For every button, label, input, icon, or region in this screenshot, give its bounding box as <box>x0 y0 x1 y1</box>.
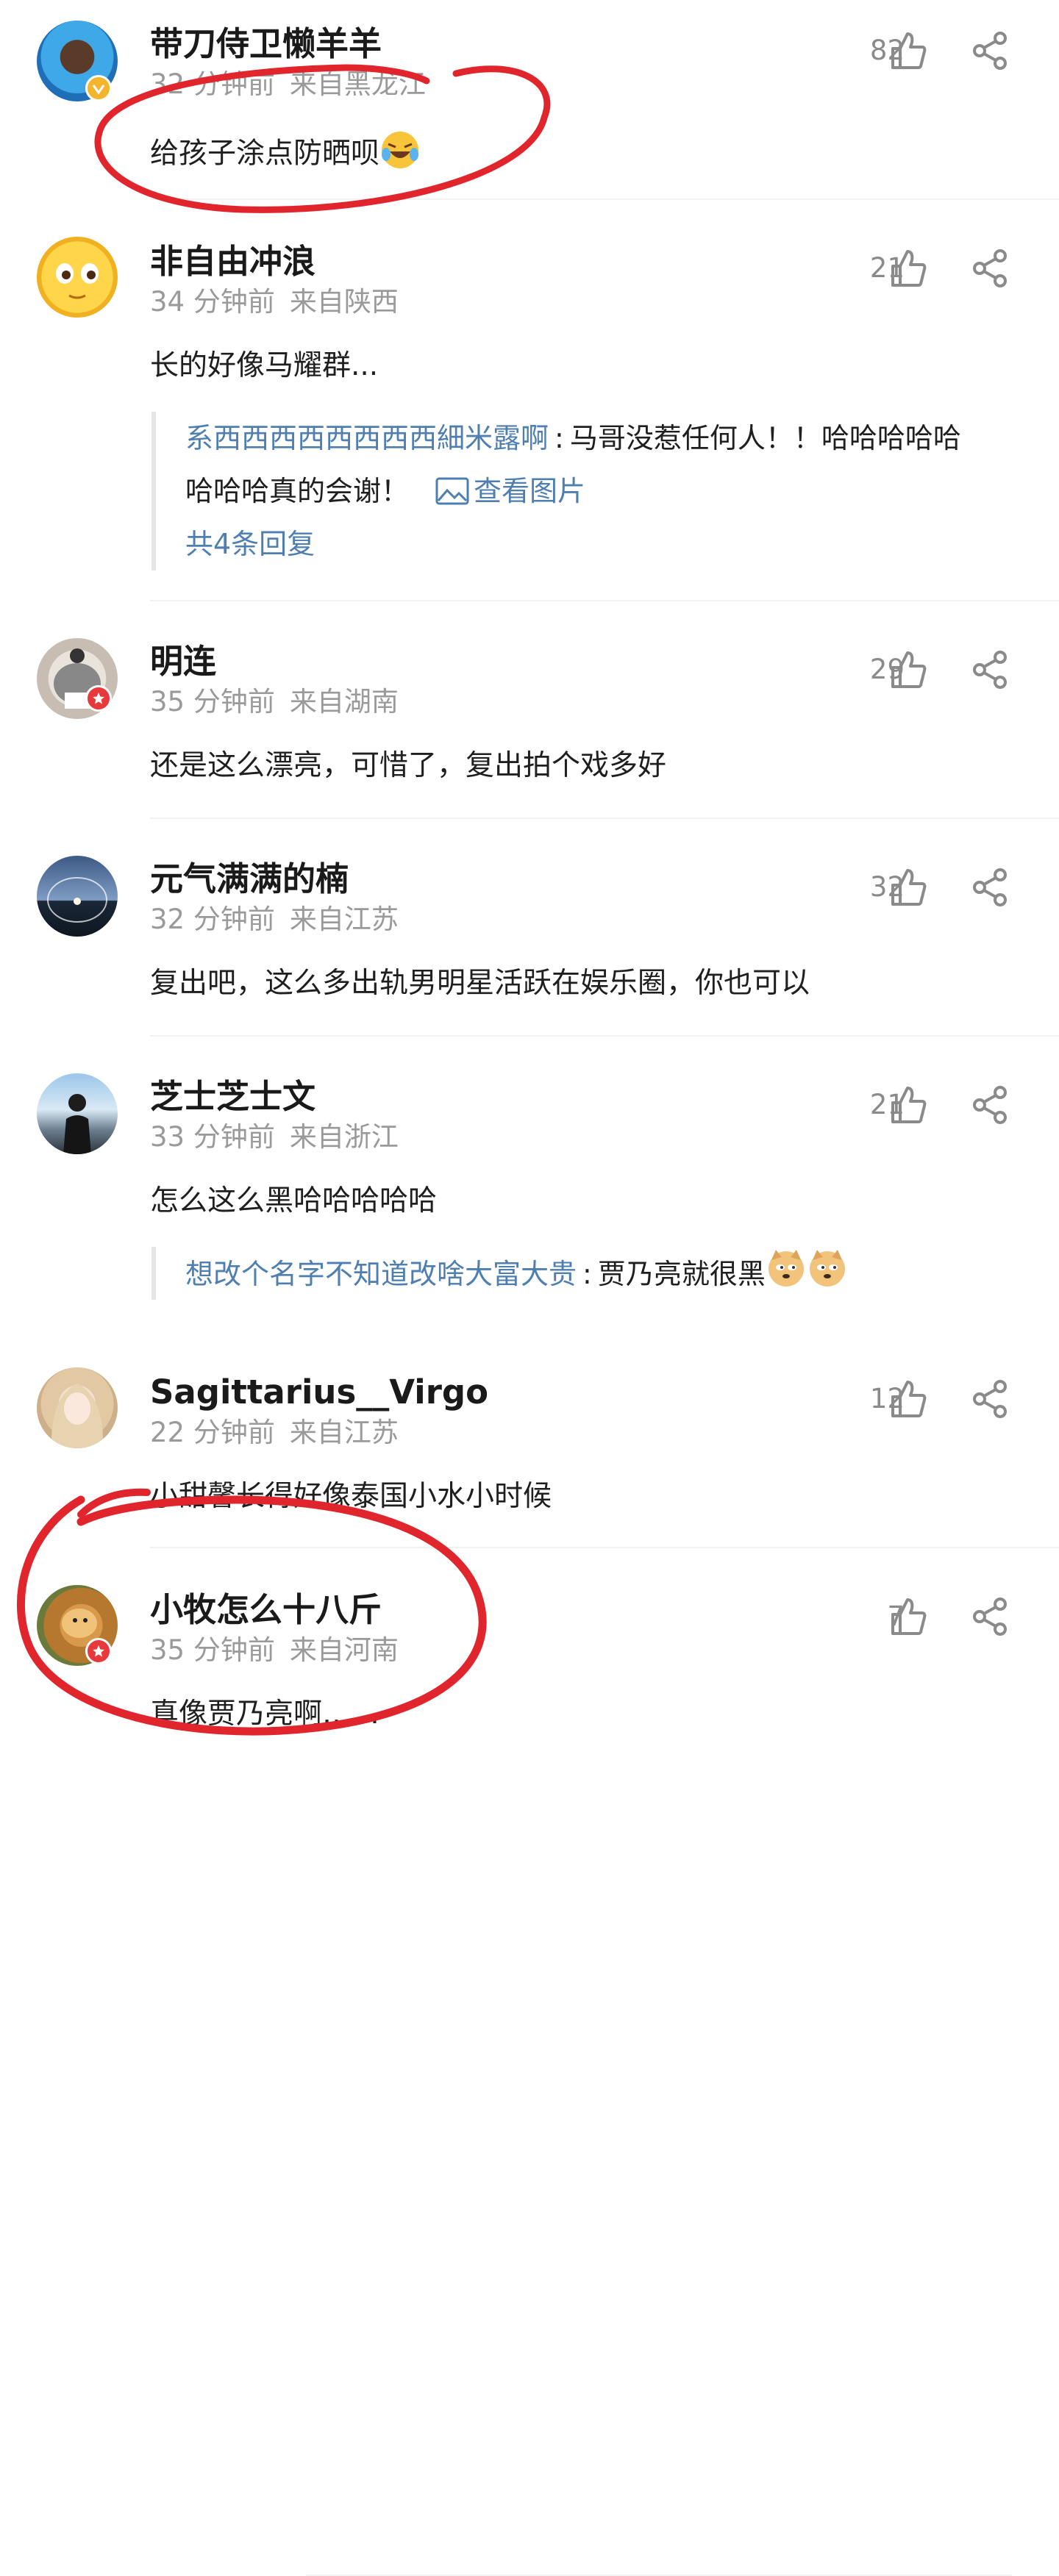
comment-meta: 22 分钟前 来自江苏 <box>150 1416 399 1450</box>
comment-location: 来自江苏 <box>289 904 399 935</box>
thumbs-up-icon[interactable] <box>890 31 927 71</box>
thumbs-up-icon[interactable] <box>890 1597 927 1636</box>
doge-emoji-icon <box>766 1247 807 1305</box>
reply-text: 贾乃亮就很黑 <box>597 1258 766 1290</box>
verified-badge-icon <box>85 75 112 101</box>
thumbs-up-icon[interactable] <box>890 1379 927 1419</box>
comment-location: 来自河南 <box>289 1634 399 1666</box>
username[interactable]: 芝士芝士文 <box>150 1076 315 1117</box>
share-icon[interactable] <box>969 1085 1010 1125</box>
comment-time: 34 分钟前 <box>150 286 275 318</box>
reply-line: 想改个名字不知道改啥大富大贵: 贾乃亮就很黑 <box>185 1247 1012 1305</box>
comment-location: 来自黑龙江 <box>289 68 426 100</box>
view-image-link[interactable]: 查看图片 <box>435 475 585 507</box>
comment-meta: 35 分钟前 来自湖南 <box>150 685 399 719</box>
image-icon <box>435 477 469 505</box>
comment-time: 33 分钟前 <box>150 1121 275 1153</box>
share-icon[interactable] <box>969 1597 1010 1636</box>
thumbs-up-icon[interactable] <box>890 867 927 907</box>
share-icon[interactable] <box>969 1379 1010 1419</box>
username[interactable]: 元气满满的楠 <box>150 859 349 900</box>
share-icon[interactable] <box>969 867 1010 907</box>
comment-meta: 33 分钟前 来自浙江 <box>150 1120 399 1154</box>
comment-time: 32 分钟前 <box>150 68 275 100</box>
comment-meta: 35 分钟前 来自河南 <box>150 1634 399 1667</box>
divider <box>150 600 1059 601</box>
comment-text: 给孩子涂点防晒呗 <box>150 129 421 181</box>
comment-text: 长的好像马耀群... <box>150 349 379 382</box>
username[interactable]: 小牧怎么十八斤 <box>150 1589 382 1631</box>
reply-preview[interactable]: 想改个名字不知道改啥大富大贵: 贾乃亮就很黑 <box>151 1247 1012 2576</box>
username[interactable]: 明连 <box>150 641 216 682</box>
comment-location: 来自陕西 <box>289 286 399 318</box>
more-replies-link[interactable]: 共4条回复 <box>185 518 1012 570</box>
comment-location: 来自浙江 <box>289 1121 399 1153</box>
comment-time: 35 分钟前 <box>150 1634 275 1666</box>
comment-time: 35 分钟前 <box>150 686 275 718</box>
share-icon[interactable] <box>969 248 1010 288</box>
share-icon[interactable] <box>969 650 1010 690</box>
reply-username[interactable]: 系西西西西西西西西細米露啊 <box>185 422 549 454</box>
comment-text: 复出吧，这么多出轨男明星活跃在娱乐圈，你也可以 <box>150 967 810 1000</box>
username[interactable]: 带刀侍卫懒羊羊 <box>150 24 382 65</box>
comment-meta: 32 分钟前 来自黑龙江 <box>150 68 426 101</box>
comment-meta: 34 分钟前 来自陕西 <box>150 285 399 319</box>
comment-time: 32 分钟前 <box>150 904 275 935</box>
avatar[interactable] <box>37 1367 118 1448</box>
reply-text: 马哥没惹任何人！！哈哈哈哈哈 <box>569 422 961 454</box>
reply-username[interactable]: 想改个名字不知道改啥大富大贵 <box>185 1258 577 1290</box>
comment-location: 来自江苏 <box>289 1417 399 1448</box>
avatar[interactable] <box>37 237 118 318</box>
reply-line: 哈哈哈真的会谢！ 查看图片 <box>185 465 1012 518</box>
star-badge-icon <box>85 685 112 712</box>
doge-emoji-icon <box>807 1247 848 1305</box>
thumbs-up-icon[interactable] <box>890 1085 927 1125</box>
avatar[interactable] <box>37 1073 118 1154</box>
thumbs-up-icon[interactable] <box>890 650 927 690</box>
divider <box>150 1547 1059 1548</box>
comment-text: 还是这么漂亮，可惜了，复出拍个戏多好 <box>150 749 667 782</box>
divider <box>150 1035 1059 1037</box>
reply-text: 哈哈哈真的会谢！ <box>185 475 410 507</box>
reply-preview[interactable]: 系西西西西西西西西細米露啊: 马哥没惹任何人！！哈哈哈哈哈 哈哈哈真的会谢！ 查看图… <box>151 412 1012 570</box>
reply-line: 系西西西西西西西西細米露啊: 马哥没惹任何人！！哈哈哈哈哈 <box>185 422 961 454</box>
comment-text: 小甜馨长得好像泰国小水小时候 <box>150 1480 552 1513</box>
comment-location: 来自湖南 <box>289 686 399 718</box>
divider <box>150 817 1059 819</box>
comment-meta: 32 分钟前 来自江苏 <box>150 903 399 937</box>
laugh-cry-emoji-icon <box>379 129 421 181</box>
share-icon[interactable] <box>969 31 1010 71</box>
username[interactable]: Sagittarius__Virgo <box>150 1372 488 1413</box>
divider <box>150 198 1059 200</box>
comment-text: 真像贾乃亮啊…… <box>150 1697 380 1731</box>
comment-time: 22 分钟前 <box>150 1417 275 1448</box>
comment-text: 怎么这么黑哈哈哈哈哈 <box>150 1184 438 1217</box>
star-badge-icon <box>85 1638 112 1664</box>
thumbs-up-icon[interactable] <box>890 248 927 288</box>
avatar[interactable] <box>37 856 118 937</box>
username[interactable]: 非自由冲浪 <box>150 241 315 282</box>
